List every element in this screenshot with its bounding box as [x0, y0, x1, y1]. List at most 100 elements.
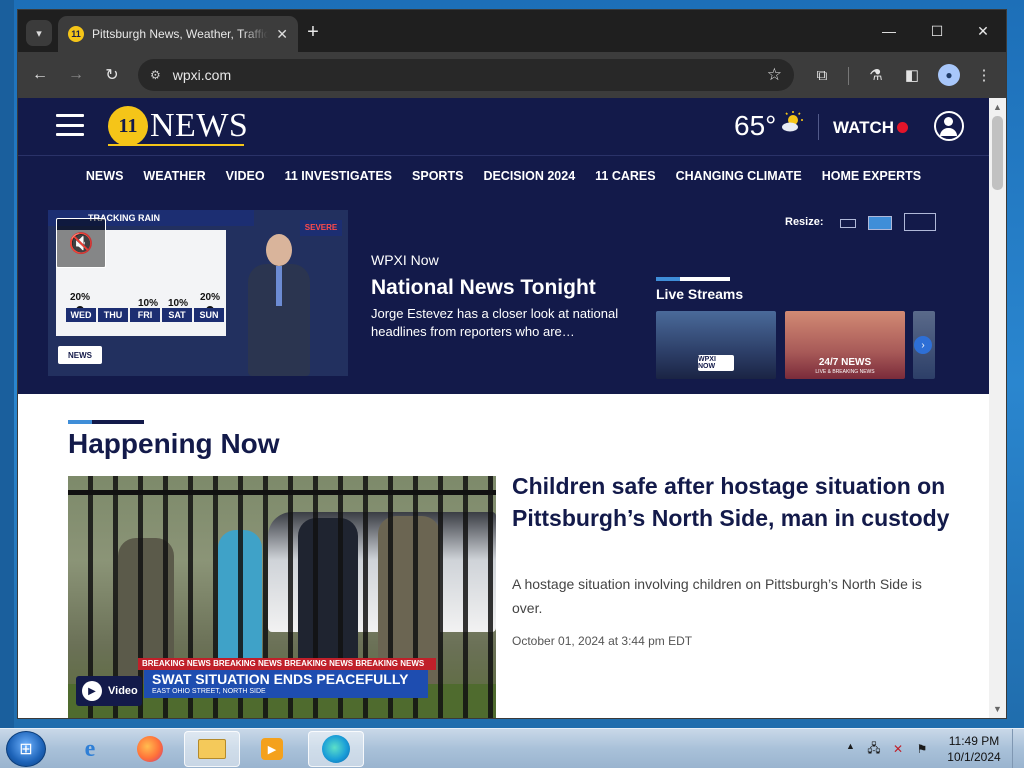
lower-third-location: EAST OHIO STREET, NORTH SIDE	[152, 688, 266, 695]
scroll-down-arrow-icon[interactable]: ▼	[989, 702, 1006, 716]
nav-item-11-cares[interactable]: 11 CARES	[595, 169, 655, 183]
tab-search-button[interactable]: ▾	[26, 20, 52, 46]
current-temperature[interactable]: 65°	[734, 110, 776, 142]
system-clock[interactable]: 11:49 PM 10/1/2024	[942, 733, 1006, 765]
happening-now-section: Happening Now BREAKING NEWS BREAKING NEW…	[18, 394, 989, 718]
breaking-news-ticker: BREAKING NEWS BREAKING NEWS BREAKING NEW…	[138, 658, 436, 670]
tab-title: Pittsburgh News, Weather, Traffic	[92, 27, 269, 41]
clock-time: 11:49 PM	[948, 734, 1000, 748]
taskbar-edge-browser[interactable]	[308, 731, 364, 767]
forecast-pct-sun: 20%	[200, 292, 221, 303]
nav-item-weather[interactable]: WEATHER	[143, 169, 205, 183]
back-button[interactable]: ←	[28, 63, 52, 87]
network-icon[interactable]: 🖧	[866, 741, 882, 757]
live-stream-card-wpxi-now[interactable]: WPXI NOW	[656, 311, 776, 379]
nav-item-home-experts[interactable]: HOME EXPERTS	[822, 169, 921, 183]
desktop-edge	[0, 0, 14, 728]
live-streams-title: Live Streams	[656, 286, 744, 302]
nav-item-sports[interactable]: SPORTS	[412, 169, 463, 183]
account-icon[interactable]	[934, 111, 964, 141]
wpxi-logo[interactable]: 11 NEWS	[108, 106, 248, 146]
forecast-pct-wed: 20%	[70, 292, 91, 303]
play-icon: ▶	[82, 681, 102, 701]
action-center-flag-icon[interactable]: ⚑	[914, 741, 930, 757]
taskbar-file-explorer[interactable]	[184, 731, 240, 767]
featured-video-promo: TRACKING RAIN 20% 10% 10% 20% WED THU FR…	[18, 196, 989, 394]
section-accent-bar	[68, 420, 144, 424]
reload-button[interactable]: ↻	[100, 63, 124, 87]
promo-eyebrow[interactable]: WPXI Now	[371, 252, 439, 268]
story-summary: A hostage situation involving children o…	[512, 576, 922, 616]
firefox-icon	[137, 736, 163, 762]
live-stream-247-subtitle: LIVE & BREAKING NEWS	[815, 369, 875, 375]
start-button[interactable]: ⊞	[6, 731, 46, 767]
site-info-icon[interactable]: ⚙	[150, 68, 161, 82]
nav-item-changing-climate[interactable]: CHANGING CLIMATE	[676, 169, 802, 183]
volume-muted-icon[interactable]: ✕	[890, 741, 906, 757]
promo-title[interactable]: National News Tonight	[371, 276, 596, 300]
forecast-day-sun: SUN	[194, 308, 224, 322]
story-headline-link[interactable]: Children safe after hostage situation on…	[512, 470, 952, 534]
bookmark-star-icon[interactable]: ☆	[767, 65, 782, 85]
minimize-button[interactable]: —	[866, 20, 912, 42]
media-player-icon: ▶	[261, 738, 283, 760]
active-tab[interactable]: 11 Pittsburgh News, Weather, Traffic ✕	[58, 16, 298, 52]
forecast-day-thu: THU	[98, 308, 128, 322]
show-desktop-button[interactable]	[1012, 729, 1024, 768]
scrollbar-thumb[interactable]	[992, 116, 1003, 190]
close-window-button[interactable]: ✕	[960, 20, 1006, 42]
browser-toolbar: ← → ↻ ⚙ wpxi.com ☆ ⧉ ⚗ ◧ ● ⋮	[18, 52, 1006, 98]
labs-icon[interactable]: ⚗	[864, 63, 888, 87]
taskbar-firefox[interactable]	[122, 731, 178, 767]
clock-date: 10/1/2024	[947, 750, 1001, 764]
nav-item-news[interactable]: NEWS	[86, 169, 124, 183]
url-text: wpxi.com	[172, 67, 232, 83]
wpxi-site: 11 NEWS 65° WATCH NEWS WEATHER VIDEO 11 …	[18, 98, 989, 718]
site-header: 11 NEWS 65° WATCH	[18, 98, 989, 156]
forecast-day-wed: WED	[66, 308, 96, 322]
scroll-up-arrow-icon[interactable]: ▲	[989, 100, 1006, 114]
video-lower-third: SWAT SITUATION ENDS PEACEFULLY EAST OHIO…	[144, 670, 428, 698]
logo-underline	[108, 144, 244, 146]
forward-button[interactable]: →	[64, 63, 88, 87]
story-timestamp: October 01, 2024 at 3:44 pm EDT	[512, 634, 693, 648]
promo-description: Jorge Estevez has a closer look at natio…	[371, 306, 619, 339]
nav-item-11-investigates[interactable]: 11 INVESTIGATES	[285, 169, 392, 183]
carousel-next-arrow-icon[interactable]: ›	[914, 336, 932, 354]
side-panel-icon[interactable]: ◧	[900, 63, 924, 87]
partly-sunny-icon[interactable]	[780, 110, 804, 134]
featured-video-player[interactable]: TRACKING RAIN 20% 10% 10% 20% WED THU FR…	[48, 210, 348, 376]
live-stream-247-title: 24/7 NEWS	[818, 357, 872, 368]
extensions-icon[interactable]: ⧉	[810, 63, 834, 87]
show-hidden-icons-arrow-icon[interactable]: ▲	[846, 741, 855, 751]
video-play-button[interactable]: ▶ Video	[76, 676, 142, 706]
page-scrollbar[interactable]: ▲ ▼	[989, 98, 1006, 718]
hamburger-menu-icon[interactable]	[56, 114, 84, 136]
address-bar[interactable]: ⚙ wpxi.com ☆	[138, 59, 794, 91]
nav-item-video[interactable]: VIDEO	[226, 169, 265, 183]
mute-toggle-button[interactable]: 🔇	[56, 218, 106, 268]
taskbar-media-player[interactable]: ▶	[244, 731, 300, 767]
live-streams-accent-bar	[656, 277, 730, 281]
taskbar-internet-explorer[interactable]: e	[62, 731, 118, 767]
watch-live-button[interactable]: WATCH	[833, 118, 894, 138]
muted-speaker-icon: 🔇	[68, 232, 94, 255]
live-stream-card-247-news[interactable]: 24/7 NEWS LIVE & BREAKING NEWS	[785, 311, 905, 379]
main-navigation: NEWS WEATHER VIDEO 11 INVESTIGATES SPORT…	[18, 156, 989, 196]
live-indicator-icon	[897, 122, 908, 133]
wpxi-favicon-icon: 11	[68, 26, 84, 42]
browser-app-icon	[322, 735, 350, 763]
resize-small-button[interactable]	[840, 219, 856, 228]
browser-menu-icon[interactable]: ⋮	[972, 63, 996, 87]
close-tab-icon[interactable]: ✕	[276, 26, 288, 43]
forecast-day-fri: FRI	[130, 308, 160, 322]
nav-item-decision-2024[interactable]: DECISION 2024	[483, 169, 575, 183]
story-video-thumbnail[interactable]: BREAKING NEWS BREAKING NEWS BREAKING NEW…	[68, 476, 496, 718]
section-title: Happening Now	[68, 428, 280, 459]
maximize-button[interactable]: ☐	[914, 20, 960, 42]
resize-large-button[interactable]	[904, 213, 936, 231]
new-tab-button[interactable]: +	[301, 20, 325, 44]
profile-avatar-icon[interactable]: ●	[938, 64, 960, 86]
resize-medium-button[interactable]	[868, 216, 892, 230]
tab-strip: ▾ 11 Pittsburgh News, Weather, Traffic ✕…	[18, 10, 1006, 52]
